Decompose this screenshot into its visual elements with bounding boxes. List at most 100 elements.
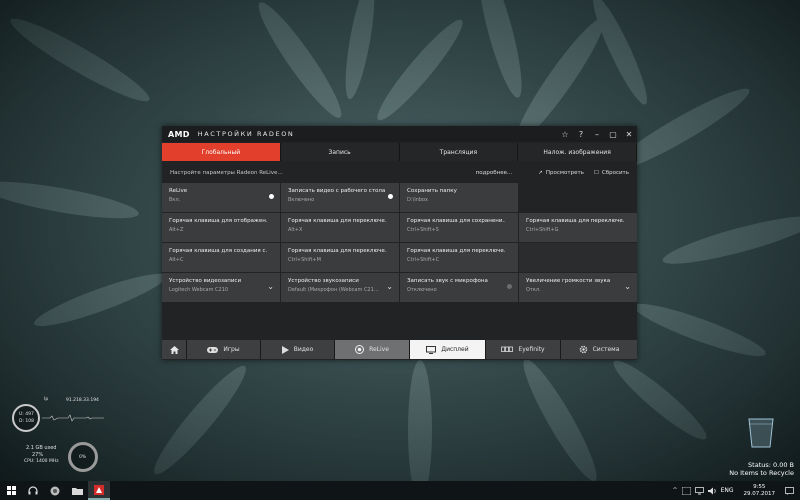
radeon-icon	[94, 484, 104, 495]
system-tray: ^ ENG 9:55 29.07.2017	[673, 484, 800, 498]
window-title: НАСТРОЙКИ RADEON	[197, 130, 295, 138]
nav-games[interactable]: Игры	[187, 340, 260, 359]
help-icon[interactable]: ?	[573, 126, 589, 142]
recycle-bin-gadget[interactable]: Status: 0.00 B No Items to Recycle	[729, 412, 800, 478]
taskbar-chrome[interactable]	[44, 481, 66, 500]
monitor-icon	[426, 345, 437, 354]
gauge-value: 0%	[79, 455, 87, 460]
taskbar-explorer[interactable]	[66, 481, 88, 500]
nav-video-label: Видео	[293, 346, 314, 353]
tile-value: Откл.	[526, 287, 541, 293]
tile-value: Ctrl+Shift+M	[288, 257, 321, 263]
video-device-dropdown[interactable]: Устройство видеозаписи Logitech Webcam C…	[162, 273, 280, 302]
tile-value: Default (Микрофон (Webcam C21...	[288, 287, 379, 293]
toggle-on-indicator[interactable]	[269, 194, 274, 199]
language-indicator[interactable]: ENG	[721, 487, 734, 494]
tile-title: Горячая клавиша для сохранени...	[407, 218, 505, 224]
tile-value: Alt+X	[288, 227, 303, 233]
network-meter	[12, 404, 40, 432]
volume-boost-dropdown[interactable]: Увеличение громкости звука Откл. ⌄	[519, 273, 637, 302]
reset-button[interactable]: ☐ Сбросить	[594, 170, 629, 176]
clock-date: 29.07.2017	[743, 490, 776, 497]
tile-value: Ctrl+Shift+S	[407, 227, 439, 233]
clock[interactable]: 9:55 29.07.2017	[744, 484, 776, 498]
hotkey-show-tile[interactable]: Горячая клавиша для отображен... Alt+Z	[162, 213, 280, 242]
more-link[interactable]: подробнее...	[476, 170, 513, 176]
relive-record-icon	[355, 345, 365, 354]
nav-video[interactable]: Видео	[261, 340, 334, 359]
chevron-down-icon: ⌄	[386, 282, 393, 291]
tray-app-icon[interactable]	[681, 486, 691, 495]
nav-games-label: Игры	[223, 346, 240, 353]
relive-toggle-tile[interactable]: ReLive Вкл.	[162, 183, 280, 212]
view-label: Просмотреть	[545, 170, 584, 176]
minimize-button[interactable]: –	[589, 126, 605, 142]
headphones-icon	[28, 486, 38, 495]
notifications-icon[interactable]	[785, 486, 794, 495]
radeon-settings-window: AMD НАСТРОЙКИ RADEON ☆ ? – ▢ ✕ Глобальны…	[162, 126, 637, 360]
clock-time: 9:55	[753, 483, 766, 490]
audio-device-dropdown[interactable]: Устройство звукозаписи Default (Микрофон…	[281, 273, 399, 302]
maximize-button[interactable]: ▢	[605, 126, 621, 142]
start-button[interactable]	[0, 481, 22, 500]
mic-record-toggle-tile[interactable]: Записать звук с микрофона Отключено	[400, 273, 518, 302]
cpu-frequency: CPU: 1400 MHz	[24, 459, 59, 464]
favorite-star-icon[interactable]: ☆	[557, 126, 573, 142]
nav-relive[interactable]: ReLive	[335, 340, 409, 359]
tile-value: Alt+Z	[169, 227, 184, 233]
tile-value: Alt+C	[169, 257, 184, 263]
volume-icon[interactable]	[707, 487, 717, 495]
nav-display[interactable]: Дисплей	[410, 340, 485, 359]
reset-label: Сбросить	[601, 170, 629, 176]
info-bar: Настройте параметры Radeon ReLive... под…	[162, 167, 637, 179]
toggle-off-indicator[interactable]	[507, 284, 512, 289]
tile-title: Устройство видеозаписи	[169, 278, 242, 284]
taskbar-headphones[interactable]	[22, 481, 44, 500]
toggle-on-indicator[interactable]	[388, 194, 393, 199]
home-button[interactable]	[162, 340, 186, 359]
tile-title: Устройство звукозаписи	[288, 278, 359, 284]
recycle-bin-icon	[748, 418, 774, 448]
tab-record[interactable]: Запись	[280, 143, 400, 161]
tile-value: Отключено	[407, 287, 437, 293]
hotkey-switch-tile[interactable]: Горячая клавиша для переключе... Alt+X	[281, 213, 399, 242]
hotkey-switch-tile[interactable]: Горячая клавиша для переключе... Ctrl+Sh…	[400, 243, 518, 272]
nav-eyefinity-label: Eyefinity	[518, 346, 545, 353]
record-desktop-tile[interactable]: Записать видео с рабочего стола Включено	[281, 183, 399, 212]
windows-logo-icon	[6, 486, 16, 495]
folder-icon	[71, 487, 83, 495]
ram-used: 2.1 GB used	[26, 445, 57, 451]
tile-value: Ctrl+Shift+C	[407, 257, 440, 263]
gamepad-icon	[207, 347, 219, 353]
tile-title: Увеличение громкости звука	[526, 278, 611, 284]
close-button[interactable]: ✕	[621, 126, 637, 142]
tab-streaming[interactable]: Трансляция	[399, 143, 519, 161]
tile-value: Включено	[288, 197, 315, 203]
view-button[interactable]: ➚ Просмотреть	[538, 170, 584, 176]
nav-eyefinity[interactable]: Eyefinity	[486, 340, 560, 359]
hotkey-create-tile[interactable]: Горячая клавиша для создания с... Alt+C	[162, 243, 280, 272]
tile-title: Горячая клавиша для переключе...	[526, 218, 624, 224]
tile-title: ReLive	[169, 188, 188, 194]
upload-speed: U: 497	[19, 412, 34, 417]
tab-overlay[interactable]: Налож. изображения	[518, 143, 637, 161]
network-graph	[42, 414, 104, 422]
info-text: Настройте параметры Radeon ReLive...	[170, 170, 283, 176]
tray-expand-icon[interactable]: ^	[673, 487, 678, 494]
chevron-down-icon: ⌄	[624, 282, 631, 291]
hotkey-save-tile[interactable]: Горячая клавиша для сохранени... Ctrl+Sh…	[400, 213, 518, 242]
hotkey-switch-tile[interactable]: Горячая клавиша для переключе... Ctrl+Sh…	[281, 243, 399, 272]
taskbar-radeon[interactable]	[88, 481, 110, 500]
network-icon[interactable]	[694, 486, 704, 495]
system-monitor-gadget: U: 497 D: 108 Ip 91.218.33.194 2.1 GB us…	[8, 394, 108, 474]
ip-address: 91.218.33.194	[66, 398, 99, 403]
title-bar: AMD НАСТРОЙКИ RADEON ☆ ? – ▢ ✕	[162, 126, 637, 142]
hotkey-switch-tile[interactable]: Горячая клавиша для переключе... Ctrl+Sh…	[519, 213, 637, 242]
empty-cell	[519, 243, 637, 272]
nav-relive-label: ReLive	[369, 346, 389, 353]
tab-global[interactable]: Глобальный	[162, 143, 281, 161]
nav-system[interactable]: Система	[561, 340, 637, 359]
save-folder-tile[interactable]: Сохранить папку D:\Inbox	[400, 183, 518, 212]
reset-checkbox-icon: ☐	[593, 170, 599, 176]
chevron-down-icon: ⌄	[267, 282, 274, 291]
